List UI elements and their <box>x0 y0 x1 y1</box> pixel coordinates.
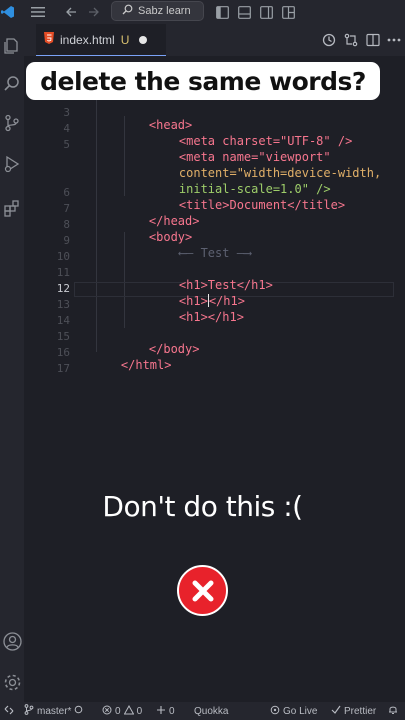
caption-banner: delete the same words? <box>26 62 380 100</box>
check-icon <box>331 705 341 717</box>
back-arrow-icon[interactable] <box>63 3 79 21</box>
code-token: <h1></h1> <box>178 310 244 324</box>
branch-icon <box>24 704 34 718</box>
activity-bar <box>0 24 24 702</box>
error-count: 0 <box>115 705 121 717</box>
quokka-label: Quokka <box>194 705 229 717</box>
line-number: 10 <box>56 250 70 263</box>
compare-icon[interactable] <box>342 31 360 49</box>
branch-indicator[interactable]: master* <box>24 704 83 718</box>
html5-icon <box>44 32 54 47</box>
timeline-icon[interactable] <box>320 31 338 49</box>
indent-guide <box>96 96 97 352</box>
line-number: 4 <box>63 122 70 135</box>
command-center-search[interactable]: Sabz learn <box>111 1 204 21</box>
extensions-icon[interactable] <box>2 198 22 218</box>
remote-icon <box>4 705 14 718</box>
info-indicator[interactable]: 0 <box>156 704 175 718</box>
branch-name: master* <box>37 705 72 717</box>
broadcast-icon <box>270 705 280 718</box>
line-number: 3 <box>63 106 70 119</box>
remote-indicator[interactable] <box>4 704 14 718</box>
go-live-button[interactable]: Go Live <box>270 704 317 718</box>
code-token: <title>Document</title> <box>178 198 346 212</box>
sync-icon <box>74 705 83 717</box>
code-comment: ⟵— Test —⟶ <box>178 246 252 260</box>
line-number: 15 <box>56 330 70 343</box>
warning-icon <box>123 704 134 718</box>
go-live-label: Go Live <box>283 705 318 717</box>
explorer-icon[interactable] <box>2 36 22 56</box>
menu-icon[interactable] <box>29 3 47 21</box>
line-number: 17 <box>56 362 70 375</box>
title-bar: Sabz learn <box>0 0 405 24</box>
run-debug-icon[interactable] <box>2 154 22 174</box>
bell-icon <box>388 704 398 718</box>
forward-arrow-icon[interactable] <box>86 3 102 21</box>
source-control-icon[interactable] <box>2 113 22 133</box>
toggle-secondary-sidebar-icon[interactable] <box>258 3 274 21</box>
line-number: 8 <box>63 218 70 231</box>
info-count: 0 <box>169 705 175 717</box>
vscode-logo-icon[interactable] <box>0 3 16 21</box>
line-number: 13 <box>56 298 70 311</box>
code-line: </html> <box>92 344 172 386</box>
line-number: 16 <box>56 346 70 359</box>
tab-file-name: index.html <box>60 32 115 47</box>
line-number: 6 <box>63 186 70 199</box>
search-icon <box>122 4 133 18</box>
line-number-active: 12 <box>56 282 70 295</box>
problems-indicator[interactable]: 0 0 <box>102 704 142 718</box>
line-number: 11 <box>56 266 70 279</box>
info-icon <box>156 705 166 718</box>
code-token: </html> <box>120 358 172 372</box>
search-text: Sabz learn <box>138 5 191 17</box>
notifications-bell[interactable] <box>388 704 398 718</box>
settings-gear-icon[interactable] <box>2 672 22 692</box>
quokka-indicator[interactable]: Quokka <box>194 704 228 718</box>
prettier-label: Prettier <box>344 705 377 717</box>
toggle-primary-sidebar-icon[interactable] <box>214 3 230 21</box>
editor-tab-bar: index.html U <box>24 24 405 56</box>
more-icon[interactable] <box>385 31 403 49</box>
search-icon[interactable] <box>2 74 22 94</box>
status-bar: master* 0 0 0 Quokka Go Live Prettier <box>0 702 405 720</box>
line-number: 14 <box>56 314 70 327</box>
unsaved-dot-icon[interactable] <box>139 35 148 44</box>
error-icon <box>102 705 112 718</box>
toggle-panel-icon[interactable] <box>236 3 252 21</box>
account-icon[interactable] <box>2 631 22 651</box>
warning-text: Don't do this :( <box>102 490 303 523</box>
red-x-icon <box>177 565 228 616</box>
line-number: 9 <box>63 234 70 247</box>
warning-count: 0 <box>136 705 143 717</box>
prettier-indicator[interactable]: Prettier <box>331 704 376 718</box>
line-number: 7 <box>63 202 70 215</box>
tab-index-html[interactable]: index.html U <box>36 24 166 56</box>
line-number: 5 <box>63 138 70 151</box>
tab-git-status: U <box>120 32 130 47</box>
split-editor-icon[interactable] <box>364 31 382 49</box>
customize-layout-icon[interactable] <box>280 3 296 21</box>
